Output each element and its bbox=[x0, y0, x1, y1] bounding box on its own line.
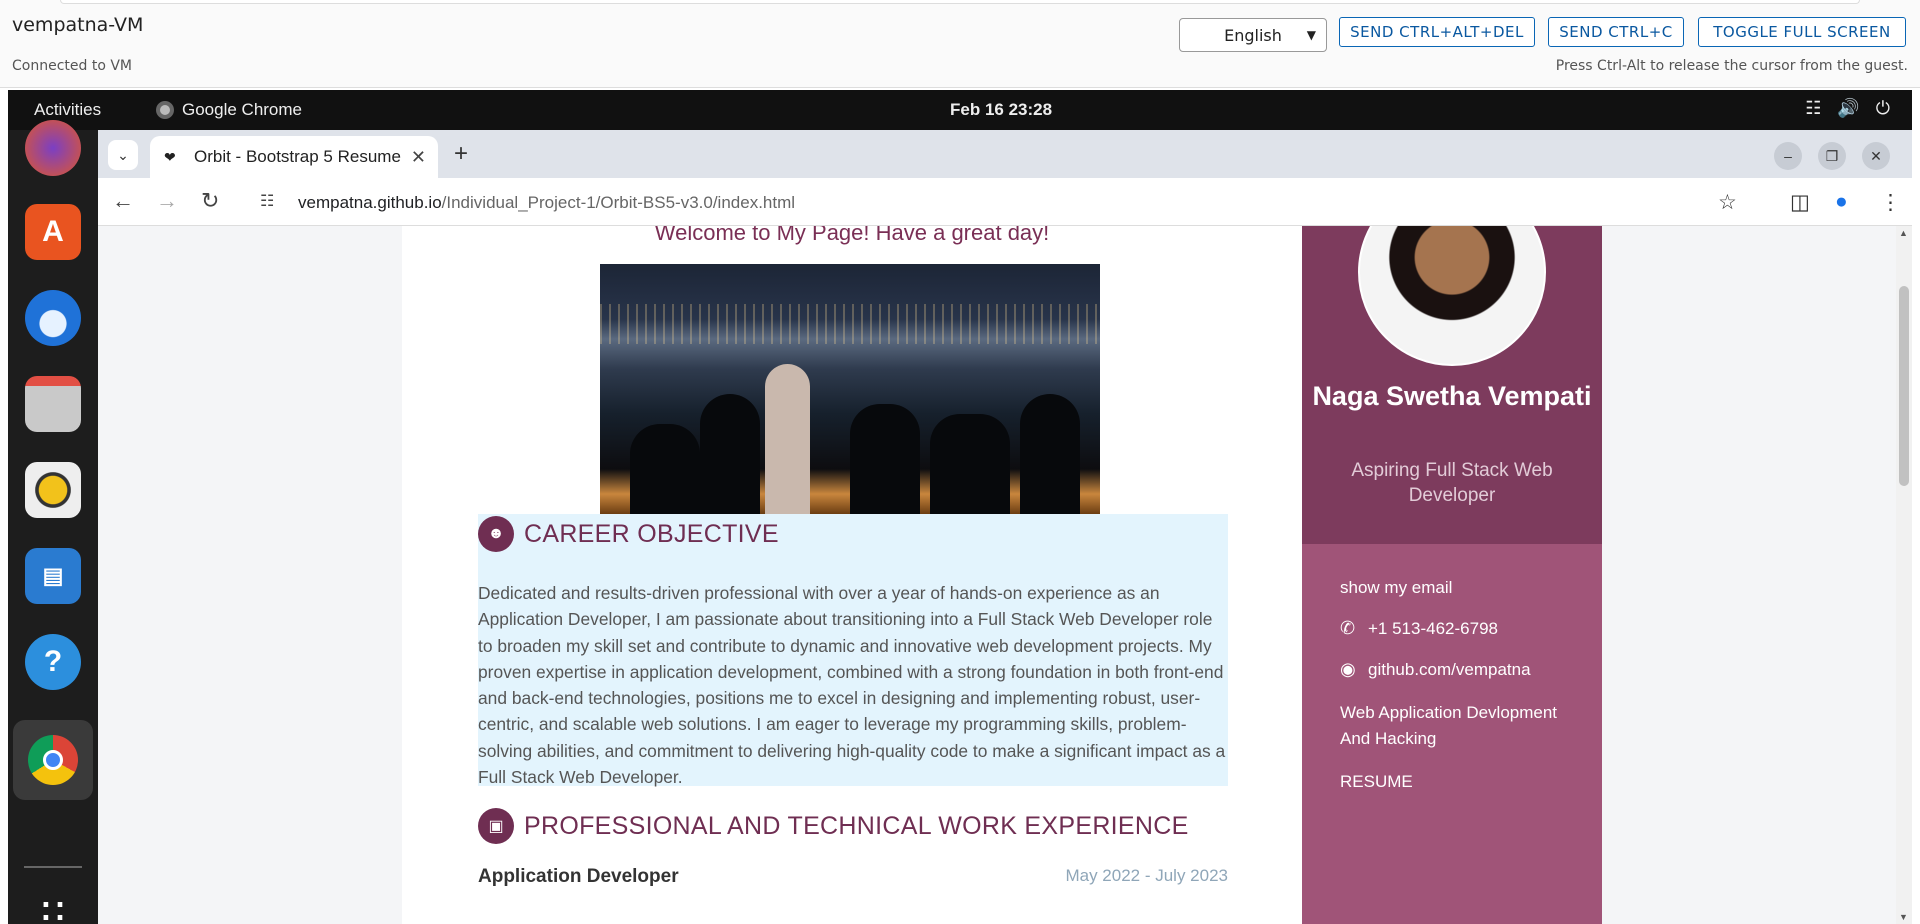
resume-link[interactable]: RESUME bbox=[1340, 772, 1580, 792]
welcome-message: Welcome to My Page! Have a great day! bbox=[654, 226, 1050, 245]
forward-button[interactable]: → bbox=[156, 188, 178, 214]
new-tab-button[interactable]: + bbox=[454, 140, 468, 168]
reload-button[interactable]: ↻ bbox=[201, 188, 219, 214]
city-waterfront-photo bbox=[600, 264, 1100, 514]
address-bar[interactable]: ☷ vempatna.github.io/Individual_Project-… bbox=[260, 184, 1880, 220]
phone-link[interactable]: ✆ +1 513-462-6798 bbox=[1340, 618, 1580, 639]
send-ctrl-alt-del-button[interactable]: SEND CTRL+ALT+DEL bbox=[1339, 17, 1535, 47]
bookmark-star-icon[interactable]: ☆ bbox=[1718, 190, 1737, 215]
scrollbar-thumb[interactable] bbox=[1899, 286, 1909, 486]
gnome-top-bar: Activities Google Chrome Feb 16 23:28 ☷ … bbox=[8, 90, 1912, 130]
files-icon[interactable] bbox=[25, 376, 81, 432]
clock[interactable]: Feb 16 23:28 bbox=[950, 100, 1052, 120]
job-dates: May 2022 - July 2023 bbox=[1065, 866, 1228, 885]
scroll-up-arrow-icon[interactable]: ▲ bbox=[1899, 228, 1908, 238]
firefox-icon[interactable] bbox=[25, 120, 81, 176]
thunderbird-icon[interactable] bbox=[25, 290, 81, 346]
career-objective-text: Dedicated and results-driven professiona… bbox=[478, 583, 1226, 788]
menu-kebab-icon[interactable]: ⋮ bbox=[1880, 190, 1901, 215]
career-objective-section: ☻ CAREER OBJECTIVE Dedicated and results… bbox=[478, 514, 1228, 787]
language-value: English bbox=[1224, 25, 1282, 45]
close-window-button[interactable]: ✕ bbox=[1862, 142, 1890, 170]
github-link[interactable]: ◉ github.com/vempatna bbox=[1340, 659, 1580, 680]
vm-connection-status: Connected to VM bbox=[12, 58, 132, 74]
page-scrollbar[interactable]: ▲ ▼ bbox=[1896, 226, 1912, 924]
phone-icon: ✆ bbox=[1340, 618, 1356, 638]
career-objective-heading: ☻ CAREER OBJECTIVE bbox=[478, 514, 1228, 554]
chrome-window: ⌄ ❤ Orbit - Bootstrap 5 Resume ✕ + – ❐ ✕… bbox=[98, 130, 1912, 924]
section-title: CAREER OBJECTIVE bbox=[524, 519, 779, 548]
chrome-icon bbox=[156, 101, 174, 119]
profile-name: Naga Swetha Vempati bbox=[1312, 381, 1592, 411]
profile-photo bbox=[1358, 226, 1546, 366]
help-icon[interactable]: ? bbox=[25, 634, 81, 690]
show-apps-icon[interactable]: ∷ bbox=[25, 884, 81, 924]
network-icon[interactable]: ☷ bbox=[1805, 98, 1821, 119]
app-center-icon[interactable]: A bbox=[25, 204, 81, 260]
browser-toolbar: ← → ↻ ☷ vempatna.github.io/Individual_Pr… bbox=[98, 178, 1912, 226]
chrome-icon bbox=[28, 735, 78, 785]
tab-strip: ⌄ ❤ Orbit - Bootstrap 5 Resume ✕ + – ❐ ✕ bbox=[98, 130, 1912, 178]
header-top-edge bbox=[60, 0, 1860, 4]
power-icon[interactable]: ⏻ bbox=[1876, 98, 1890, 119]
scroll-down-arrow-icon[interactable]: ▼ bbox=[1899, 912, 1908, 922]
job-entry: Application Developer May 2022 - July 20… bbox=[478, 866, 1228, 888]
close-tab-icon[interactable]: ✕ bbox=[411, 147, 426, 168]
email-link[interactable]: show my email bbox=[1340, 578, 1580, 598]
resume-label: RESUME bbox=[1340, 772, 1413, 791]
app-menu[interactable]: Google Chrome bbox=[156, 100, 302, 120]
resume-sidebar: Naga Swetha Vempati Aspiring Full Stack … bbox=[1302, 226, 1602, 924]
browser-tab[interactable]: ❤ Orbit - Bootstrap 5 Resume ✕ bbox=[150, 136, 438, 178]
github-url: github.com/vempatna bbox=[1368, 659, 1531, 679]
chevron-down-icon: ▼ bbox=[1306, 28, 1316, 42]
vm-name: vempatna-VM bbox=[12, 14, 144, 36]
send-ctrl-c-button[interactable]: SEND CTRL+C bbox=[1548, 17, 1684, 47]
work-experience-section: ▣ PROFESSIONAL AND TECHNICAL WORK EXPERI… bbox=[478, 806, 1228, 846]
section-title: PROFESSIONAL AND TECHNICAL WORK EXPERIEN… bbox=[524, 811, 1189, 840]
contact-list: show my email ✆ +1 513-462-6798 ◉ github… bbox=[1340, 578, 1580, 812]
profile-tagline: Aspiring Full Stack Web Developer bbox=[1351, 460, 1553, 506]
rhythmbox-icon[interactable] bbox=[25, 462, 81, 518]
interest-text: Web Application Devlopment And Hacking bbox=[1340, 703, 1558, 748]
url-host: vempatna.github.io bbox=[298, 193, 442, 212]
release-cursor-hint: Press Ctrl-Alt to release the cursor fro… bbox=[1555, 58, 1908, 74]
app-menu-label: Google Chrome bbox=[182, 100, 303, 119]
writer-icon[interactable]: ▤ bbox=[25, 548, 81, 604]
side-panel-icon[interactable]: ◫ bbox=[1790, 190, 1810, 215]
phone-number: +1 513-462-6798 bbox=[1368, 618, 1498, 638]
url-text[interactable]: vempatna.github.io/Individual_Project-1/… bbox=[298, 193, 795, 213]
keyboard-language-select[interactable]: English ▼ bbox=[1179, 18, 1327, 52]
chrome-dock-icon[interactable] bbox=[13, 720, 93, 800]
system-tray[interactable]: ☷ 🔊 ⏻ bbox=[1805, 98, 1890, 119]
user-icon: ☻ bbox=[478, 516, 514, 552]
dock-separator bbox=[24, 866, 82, 868]
restore-button[interactable]: ❐ bbox=[1818, 142, 1846, 170]
volume-icon[interactable]: 🔊 bbox=[1837, 98, 1859, 119]
toggle-full-screen-button[interactable]: TOGGLE FULL SCREEN bbox=[1698, 17, 1906, 47]
page-viewport[interactable]: Welcome to My Page! Have a great day! ☻ … bbox=[98, 226, 1896, 924]
tab-search-button[interactable]: ⌄ bbox=[108, 140, 138, 170]
work-experience-heading: ▣ PROFESSIONAL AND TECHNICAL WORK EXPERI… bbox=[478, 806, 1228, 846]
github-icon: ◉ bbox=[1340, 659, 1356, 679]
briefcase-icon: ▣ bbox=[478, 808, 514, 844]
heart-icon: ❤ bbox=[164, 148, 176, 165]
resume-main-column: Welcome to My Page! Have a great day! ☻ … bbox=[402, 226, 1302, 924]
minimize-button[interactable]: – bbox=[1774, 142, 1802, 170]
profile-icon[interactable]: ● bbox=[1835, 190, 1848, 214]
site-info-icon[interactable]: ☷ bbox=[260, 191, 274, 211]
url-path: /Individual_Project-1/Orbit-BS5-v3.0/ind… bbox=[441, 193, 796, 212]
profile-header: Naga Swetha Vempati Aspiring Full Stack … bbox=[1302, 226, 1602, 544]
dock: A ▤ ? ∷ bbox=[8, 120, 98, 924]
email-link-label: show my email bbox=[1340, 578, 1453, 597]
tab-title: Orbit - Bootstrap 5 Resume bbox=[194, 147, 401, 166]
guest-screen[interactable]: Activities Google Chrome Feb 16 23:28 ☷ … bbox=[8, 90, 1912, 924]
vm-console-header: vempatna-VM Connected to VM English ▼ SE… bbox=[0, 0, 1920, 88]
back-button[interactable]: ← bbox=[112, 188, 134, 214]
job-title: Application Developer bbox=[478, 866, 679, 887]
activities-button[interactable]: Activities bbox=[34, 100, 101, 120]
